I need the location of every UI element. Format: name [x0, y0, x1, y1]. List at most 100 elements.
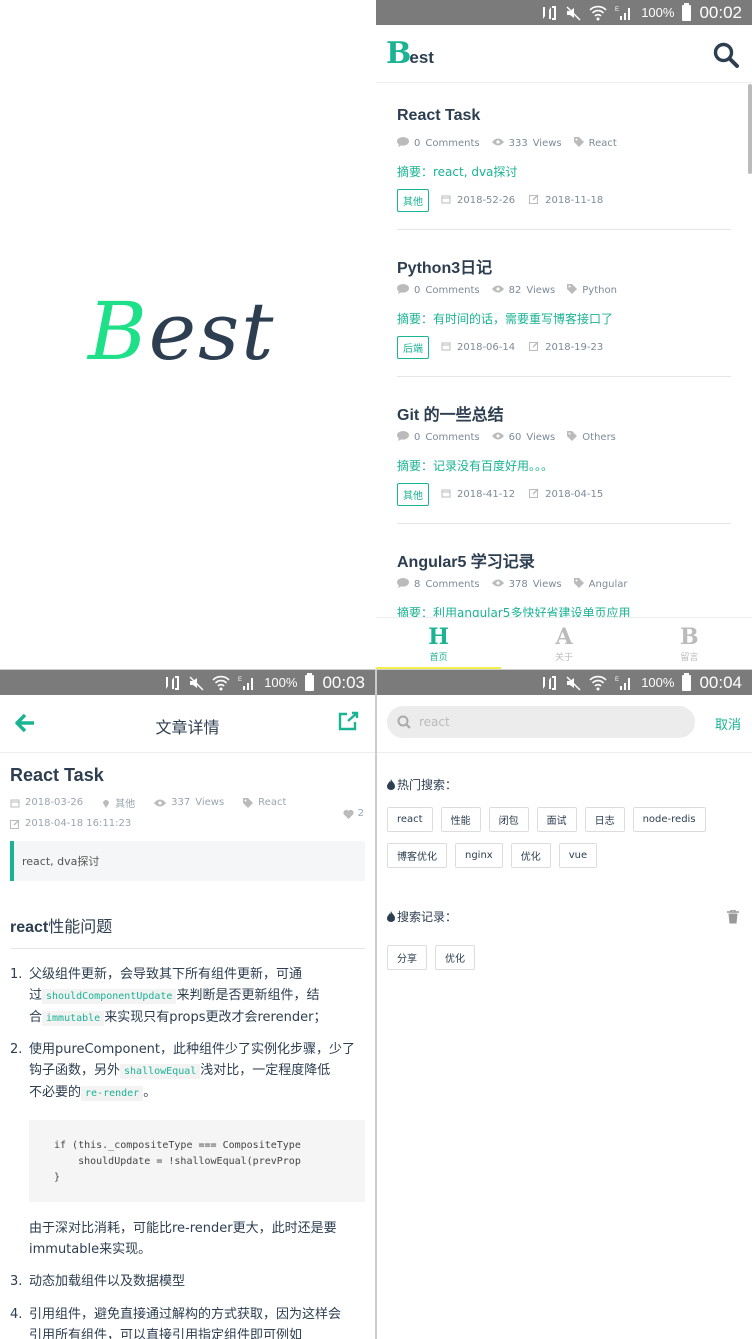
battery-percent: 100% — [641, 5, 675, 20]
edit-icon — [10, 819, 20, 829]
hot-search-tag[interactable]: 优化 — [510, 843, 551, 868]
post-footer: 其他 2018-41-12 2018-04-15 — [397, 483, 603, 506]
post-meta: 8 Comments 378 Views Angular — [397, 578, 628, 591]
article-tag[interactable]: React — [258, 797, 286, 808]
views-label: Views — [532, 579, 562, 590]
search-screen: E 100% 00:04 react 取消 热门搜索： react 性能 闭包 面试日… — [377, 670, 752, 1339]
eye-icon — [491, 138, 504, 149]
status-bar: E 100% 00:02 — [376, 0, 752, 25]
search-placeholder: react — [419, 715, 450, 729]
tab-about-icon: A — [555, 624, 573, 650]
tab-home[interactable]: H 首页 — [376, 618, 502, 669]
post-card[interactable]: React Task 0 Comments 333 Views React 摘要：react… — [397, 83, 731, 230]
post-tag-badge[interactable]: 其他 — [397, 483, 429, 506]
tab-about[interactable]: A 关于 — [501, 618, 626, 669]
eye-icon — [491, 285, 504, 296]
post-tag-badge[interactable]: 其他 — [397, 189, 429, 212]
hot-search-tag[interactable]: 性能 — [440, 807, 481, 832]
bottom-tab-bar: H 首页 A 关于 B 留言 — [376, 617, 752, 669]
signal-icon: E — [615, 673, 633, 693]
list-item: 2. 使用pureComponent，此种组件少了实例化步骤，少了 钩子函数，另外… — [10, 1042, 356, 1101]
comment-icon — [397, 284, 409, 297]
battery-percent: 100% — [264, 675, 298, 690]
battery-icon — [305, 672, 315, 691]
search-input[interactable]: react — [387, 706, 695, 738]
calendar-icon — [441, 341, 451, 354]
battery-icon — [682, 672, 692, 691]
comment-icon — [397, 137, 409, 150]
article-detail-screen: E 100% 00:03 文章详情 React Task 2018-03-26 … — [0, 670, 376, 1339]
tag-icon — [567, 284, 578, 297]
post-title[interactable]: Angular5 学习记录 — [397, 548, 535, 572]
share-icon[interactable] — [337, 710, 359, 732]
section-heading: react性能问题 — [10, 917, 113, 936]
cancel-button[interactable]: 取消 — [715, 714, 741, 733]
post-list: React Task 0 Comments 333 Views React 摘要：react… — [376, 83, 752, 617]
updated-date: 2018-19-23 — [545, 342, 604, 353]
hot-search-tag[interactable]: react — [387, 807, 433, 832]
view-count: 60 — [508, 432, 522, 443]
created-date: 2018-41-12 — [457, 489, 516, 500]
post-card[interactable]: Angular5 学习记录 8 Comments 378 Views Angular 摘要：… — [397, 524, 731, 617]
comments-label: Comments — [425, 579, 480, 590]
splash-logo: Best — [88, 285, 276, 378]
tab-guestbook-label: 留言 — [680, 653, 699, 663]
mute-icon — [188, 673, 204, 693]
comment-count: 0 — [414, 138, 421, 149]
inline-code: shallowEqual — [120, 1064, 201, 1079]
post-title[interactable]: Python3日记 — [397, 254, 492, 278]
history-tag[interactable]: 优化 — [435, 945, 475, 970]
tab-guestbook[interactable]: B 留言 — [627, 618, 752, 669]
inline-code: immutable — [42, 1011, 105, 1026]
view-count: 82 — [508, 285, 522, 296]
hot-search-title: 热门搜索： — [387, 776, 457, 793]
comments-label: Comments — [425, 285, 480, 296]
heading-divider — [10, 948, 365, 949]
battery-percent: 100% — [641, 675, 675, 690]
created-date: 2018-06-14 — [457, 342, 516, 353]
list-item: 1. 父级组件更新，会导致其下所有组件更新，可通过 shouldComponent… — [10, 967, 327, 1026]
post-meta: 0 Comments 333 Views React — [397, 137, 617, 150]
list-item: 3. 动态加载组件以及数据模型 — [10, 1274, 186, 1289]
like-count: 2 — [357, 808, 364, 819]
trash-icon[interactable] — [727, 910, 739, 924]
hot-search-tag[interactable]: 面试 — [536, 807, 577, 832]
post-footer: 其他 2018-52-26 2018-11-18 — [397, 189, 603, 212]
search-history-title: 搜索记录： — [387, 908, 457, 925]
history-tag[interactable]: 分享 — [387, 945, 427, 970]
post-card[interactable]: Git 的一些总结 0 Comments 60 Views Others 摘要：记录没有百度… — [397, 377, 731, 524]
search-icon[interactable] — [712, 41, 740, 69]
app-logo[interactable]: Best — [386, 39, 434, 73]
hot-search-tag[interactable]: 博客优化 — [387, 843, 447, 868]
updated-date: 2018-04-15 — [545, 489, 604, 500]
hot-search-tag[interactable]: node-redis — [632, 807, 706, 832]
views-label: Views — [532, 138, 562, 149]
comments-label: Comments — [425, 138, 480, 149]
hot-search-tag[interactable]: nginx — [455, 843, 503, 868]
like-button[interactable]: 2 — [343, 808, 364, 819]
tab-about-label: 关于 — [554, 653, 573, 663]
wifi-icon — [589, 3, 607, 23]
hot-search-tag[interactable]: vue — [558, 843, 598, 868]
nfc-icon — [164, 673, 180, 693]
signal-icon: E — [615, 3, 633, 23]
hot-search-tag[interactable]: 闭包 — [488, 807, 529, 832]
views-label: Views — [526, 432, 556, 443]
article-meta: 2018-03-26 其他 337 Views React — [10, 795, 286, 810]
post-card[interactable]: Python3日记 0 Comments 82 Views Python 摘要：有时间的话，… — [397, 230, 731, 377]
wifi-icon — [212, 673, 230, 693]
comment-count: 0 — [414, 432, 421, 443]
splash-screen: Best — [0, 0, 376, 669]
updated-date: 2018-04-18 16:11:23 — [25, 818, 132, 829]
view-count: 333 — [508, 138, 528, 149]
svg-text:E: E — [615, 677, 619, 683]
fire-icon — [387, 779, 395, 790]
inline-code: re-render — [81, 1086, 144, 1101]
post-title[interactable]: Git 的一些总结 — [397, 401, 504, 425]
post-meta: 0 Comments 82 Views Python — [397, 284, 617, 297]
post-title[interactable]: React Task — [397, 107, 480, 125]
nfc-icon — [541, 673, 557, 693]
hot-search-tag[interactable]: 日志 — [584, 807, 625, 832]
comment-count: 8 — [414, 579, 421, 590]
post-tag-badge[interactable]: 后端 — [397, 336, 429, 359]
